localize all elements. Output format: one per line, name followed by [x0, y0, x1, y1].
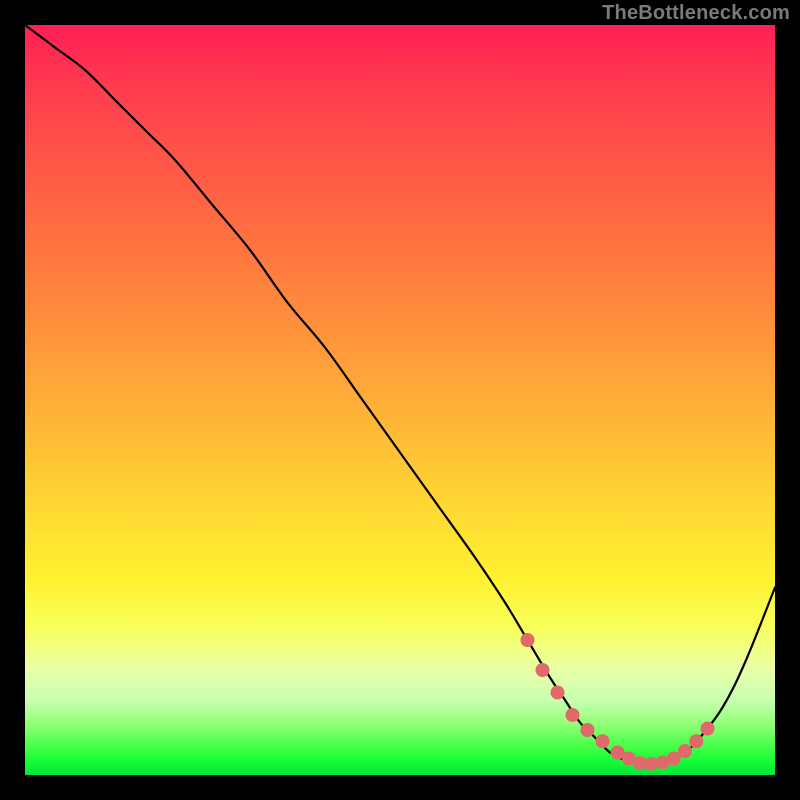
highlight-point [551, 686, 564, 699]
highlight-point [596, 735, 609, 748]
highlight-point [667, 752, 680, 765]
chart-frame: TheBottleneck.com [0, 0, 800, 800]
highlight-point [566, 709, 579, 722]
watermark-text: TheBottleneck.com [602, 2, 790, 25]
bottleneck-curve [25, 25, 775, 764]
highlight-point [536, 664, 549, 677]
plot-area [25, 25, 775, 775]
highlight-points [521, 634, 714, 771]
highlight-point [701, 722, 714, 735]
highlight-point [690, 735, 703, 748]
highlight-point [679, 745, 692, 758]
curve-layer [25, 25, 775, 775]
highlight-point [581, 724, 594, 737]
highlight-point [521, 634, 534, 647]
